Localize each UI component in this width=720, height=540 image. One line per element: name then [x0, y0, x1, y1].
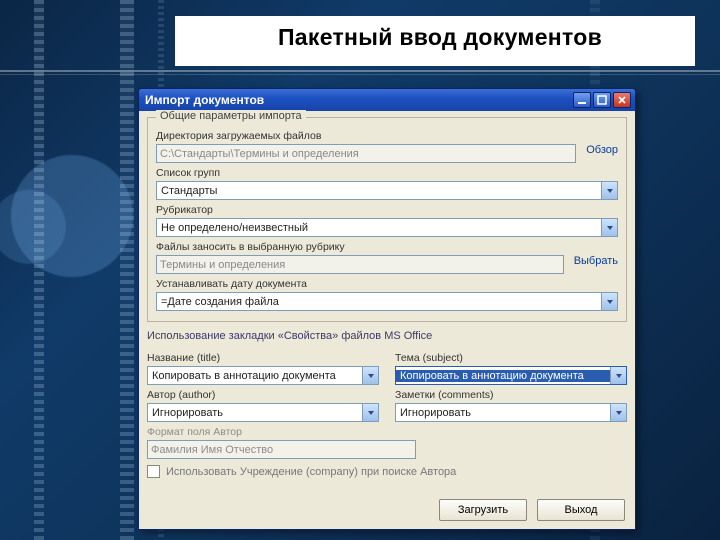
company-checkbox-label: Использовать Учреждение (company) при по… — [166, 466, 456, 478]
chevron-down-icon — [362, 404, 378, 421]
author-label: Автор (author) — [147, 389, 379, 401]
close-button[interactable] — [613, 92, 631, 108]
subject-select[interactable]: Копировать в аннотацию документа — [395, 366, 627, 385]
titlebar[interactable]: Импорт документов — [139, 89, 635, 111]
chevron-down-icon — [362, 367, 378, 384]
author-value: Игнорировать — [148, 407, 362, 419]
general-params-legend: Общие параметры импорта — [156, 110, 306, 122]
chevron-down-icon — [610, 404, 626, 421]
chevron-down-icon — [601, 182, 617, 199]
date-select[interactable]: =Дате создания файла — [156, 292, 618, 311]
chevron-down-icon — [610, 367, 626, 384]
office-section-label: Использование закладки «Свойства» файлов… — [147, 330, 627, 342]
company-checkbox-row[interactable]: Использовать Учреждение (company) при по… — [147, 465, 627, 478]
dir-value: C:\Стандарты\Термины и определения — [160, 148, 359, 160]
general-params-group: Общие параметры импорта Директория загру… — [147, 117, 627, 322]
author-select[interactable]: Игнорировать — [147, 403, 379, 422]
dir-input[interactable]: C:\Стандарты\Термины и определения — [156, 144, 576, 163]
exit-button[interactable]: Выход — [537, 499, 625, 521]
subject-label: Тема (subject) — [395, 352, 627, 364]
rubricator-select[interactable]: Не определено/неизвестный — [156, 218, 618, 237]
checkbox-icon[interactable] — [147, 465, 160, 478]
date-value: =Дате создания файла — [157, 296, 601, 308]
exit-button-label: Выход — [565, 504, 598, 516]
title-label: Название (title) — [147, 352, 379, 364]
author-format-input: Фамилия Имя Отчество — [147, 440, 416, 459]
title-select[interactable]: Копировать в аннотацию документа — [147, 366, 379, 385]
comments-value: Игнорировать — [396, 407, 610, 419]
author-format-label: Формат поля Автор — [147, 426, 627, 438]
comments-select[interactable]: Игнорировать — [395, 403, 627, 422]
chevron-down-icon — [601, 293, 617, 310]
groups-value: Стандарты — [157, 185, 601, 197]
title-value: Копировать в аннотацию документа — [148, 370, 362, 382]
load-button-label: Загрузить — [458, 504, 508, 516]
groups-label: Список групп — [156, 167, 618, 179]
subject-value: Копировать в аннотацию документа — [396, 370, 610, 382]
slide-title: Пакетный ввод документов — [200, 24, 680, 51]
author-format-value: Фамилия Имя Отчество — [151, 444, 273, 456]
browse-link[interactable]: Обзор — [586, 144, 618, 163]
window-title: Импорт документов — [145, 93, 571, 107]
date-label: Устанавливать дату документа — [156, 278, 618, 290]
dir-label: Директория загружаемых файлов — [156, 130, 618, 142]
choose-link[interactable]: Выбрать — [574, 255, 618, 274]
file-rubric-input[interactable]: Термины и определения — [156, 255, 564, 274]
comments-label: Заметки (comments) — [395, 389, 627, 401]
file-rubric-value: Термины и определения — [160, 259, 285, 271]
minimize-button[interactable] — [573, 92, 591, 108]
load-button[interactable]: Загрузить — [439, 499, 527, 521]
groups-select[interactable]: Стандарты — [156, 181, 618, 200]
rubricator-value: Не определено/неизвестный — [157, 222, 601, 234]
import-window: Импорт документов Общие параметры импорт… — [138, 88, 636, 530]
maximize-button[interactable] — [593, 92, 611, 108]
rubricator-label: Рубрикатор — [156, 204, 618, 216]
chevron-down-icon — [601, 219, 617, 236]
file-rubric-label: Файлы заносить в выбранную рубрику — [156, 241, 618, 253]
